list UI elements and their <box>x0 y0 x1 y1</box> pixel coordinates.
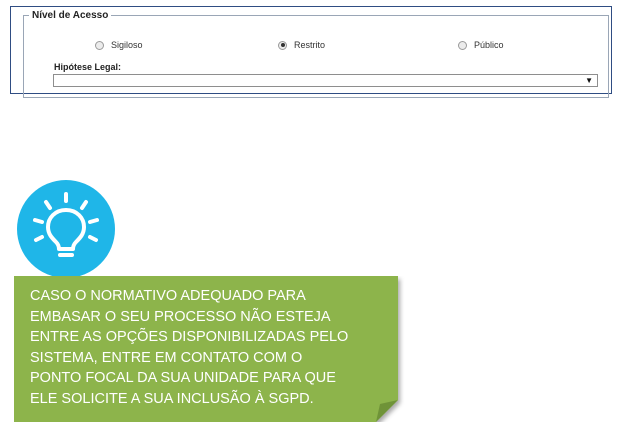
access-level-panel: Nível de Acesso Sigiloso Restrito Públic… <box>10 6 612 98</box>
tip-line: CASO O NORMATIVO ADEQUADO PARA <box>30 288 306 304</box>
hipotese-legal-label: Hipótese Legal: <box>54 62 122 72</box>
radio-publico-circle[interactable] <box>458 40 467 50</box>
triangle-down-icon[interactable]: ▼ <box>585 76 593 86</box>
lightbulb-icon <box>33 192 99 257</box>
radio-publico-label[interactable]: Público <box>474 40 504 50</box>
radio-restrito-label[interactable]: Restrito <box>294 40 325 50</box>
tip-line: PONTO FOCAL DA SUA UNIDADE PARA QUE <box>30 370 336 386</box>
access-level-legend: Nível de Acesso <box>29 9 112 22</box>
radio-sigiloso[interactable]: Sigiloso <box>95 38 143 52</box>
radio-restrito-circle[interactable] <box>278 40 287 50</box>
radio-publico[interactable]: Público <box>458 38 504 52</box>
radio-restrito[interactable]: Restrito <box>278 38 325 52</box>
tip-line: SISTEMA, ENTRE EM CONTATO COM O <box>30 349 303 366</box>
tip-line: ENTRE AS OPÇÕES DISPONIBILIZADAS PELO <box>30 329 349 345</box>
radio-sigiloso-label[interactable]: Sigiloso <box>111 40 143 50</box>
tip-line: ELE SOLICITE A SUA INCLUSÃO À SGPD. <box>30 390 314 407</box>
hipotese-legal-select[interactable]: ▼ <box>53 74 598 87</box>
lightbulb-badge <box>17 180 115 278</box>
radio-sigiloso-circle[interactable] <box>95 40 104 50</box>
tip-line: EMBASAR O SEU PROCESSO NÃO ESTEJA <box>30 308 331 325</box>
tip-box: CASO O NORMATIVO ADEQUADO PARA EMBASAR O… <box>14 276 406 422</box>
tip-text: CASO O NORMATIVO ADEQUADO PARA EMBASAR O… <box>30 286 400 409</box>
